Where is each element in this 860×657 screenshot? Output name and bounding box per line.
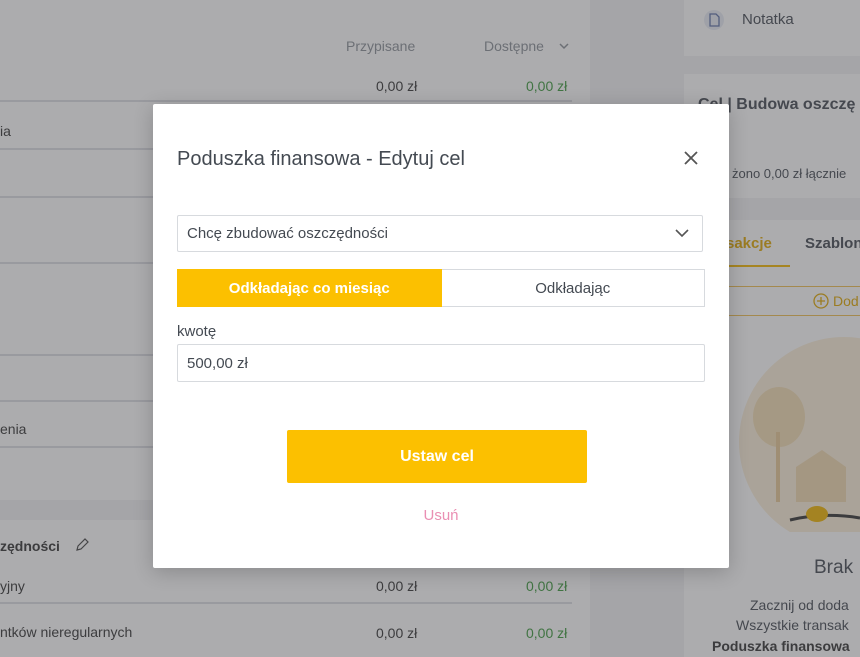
- goal-type-value: Chcę zbudować oszczędności: [187, 225, 388, 242]
- amount-input[interactable]: [177, 344, 705, 382]
- saving-mode-toggle: Odkładając co miesiąc Odkładając: [177, 269, 705, 307]
- toggle-total[interactable]: Odkładając: [441, 269, 705, 307]
- edit-goal-dialog: Poduszka finansowa - Edytuj cel Chcę zbu…: [153, 104, 729, 568]
- chevron-down-icon: [675, 229, 689, 238]
- toggle-monthly[interactable]: Odkładając co miesiąc: [177, 269, 442, 307]
- dialog-title: Poduszka finansowa - Edytuj cel: [177, 148, 465, 170]
- set-goal-button[interactable]: Ustaw cel: [287, 430, 587, 483]
- delete-goal-link[interactable]: Usuń: [153, 507, 729, 524]
- goal-type-select[interactable]: Chcę zbudować oszczędności: [177, 215, 703, 252]
- amount-label: kwotę: [177, 323, 217, 340]
- close-icon[interactable]: [681, 148, 701, 168]
